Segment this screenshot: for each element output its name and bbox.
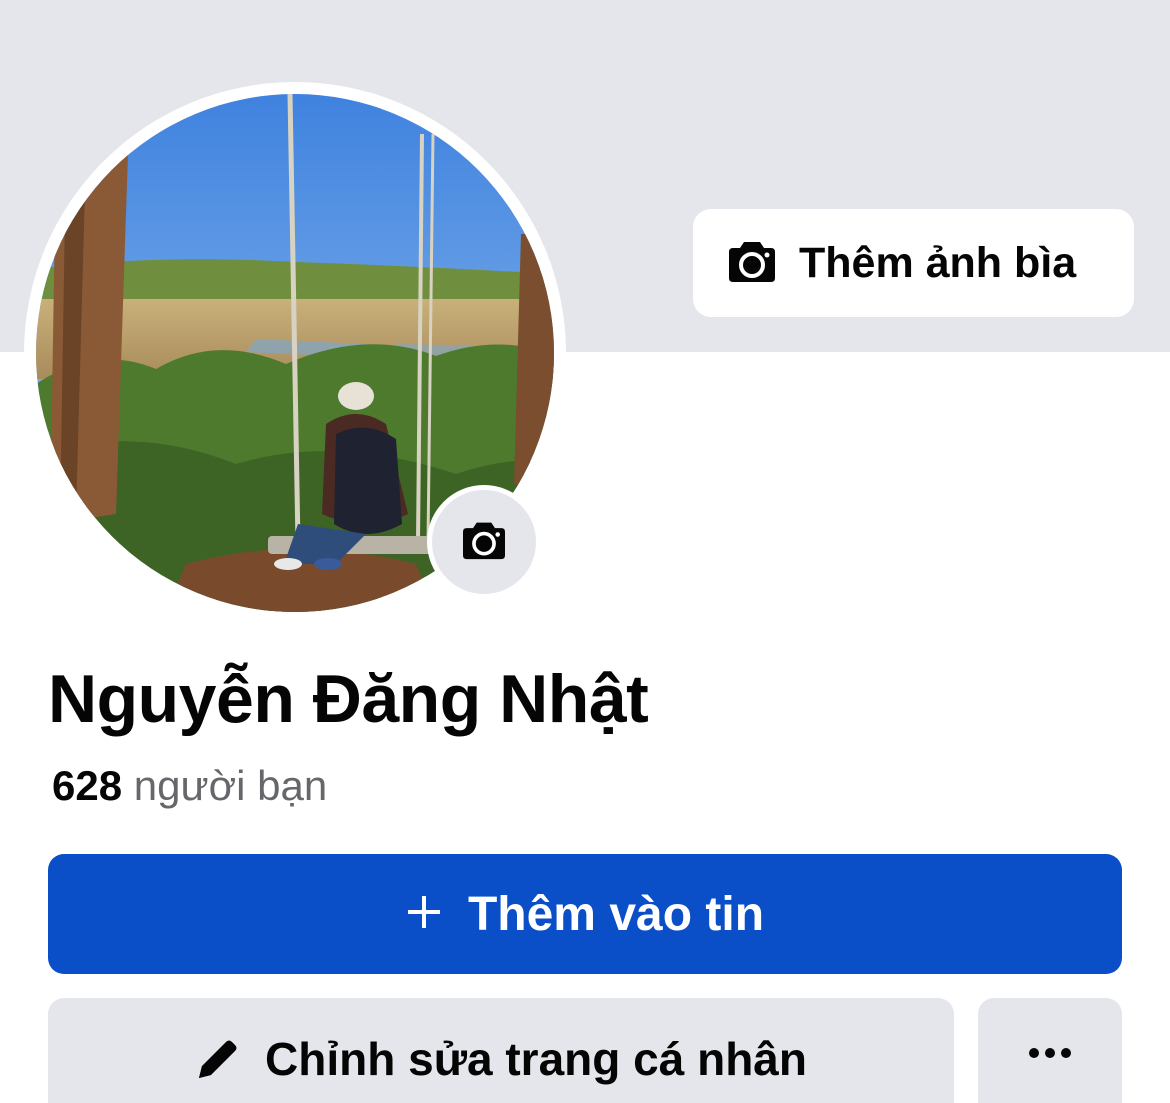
change-avatar-button[interactable]: [427, 485, 541, 599]
friends-count: 628: [52, 762, 123, 809]
more-options-button[interactable]: [978, 998, 1122, 1103]
friends-label: người bạn: [133, 762, 328, 809]
pencil-icon: [195, 1036, 241, 1087]
friends-summary[interactable]: 628 người bạn: [52, 762, 327, 810]
plus-icon: [406, 894, 442, 935]
edit-profile-label: Chỉnh sửa trang cá nhân: [265, 1033, 807, 1085]
add-cover-photo-button[interactable]: Thêm ảnh bìa: [693, 209, 1134, 317]
camera-icon: [727, 238, 777, 289]
add-to-story-label: Thêm vào tin: [467, 887, 765, 941]
edit-profile-button[interactable]: Chỉnh sửa trang cá nhân: [48, 998, 954, 1103]
profile-page: Thêm ảnh bìa Nguyễn Đăng Nhật 628 người …: [0, 0, 1170, 1103]
more-icon: [1028, 1046, 1072, 1064]
profile-name: Nguyễn Đăng Nhật: [48, 661, 649, 737]
add-to-story-button[interactable]: Thêm vào tin: [48, 854, 1122, 974]
add-cover-photo-label: Thêm ảnh bìa: [799, 238, 1077, 287]
camera-icon: [460, 519, 508, 566]
